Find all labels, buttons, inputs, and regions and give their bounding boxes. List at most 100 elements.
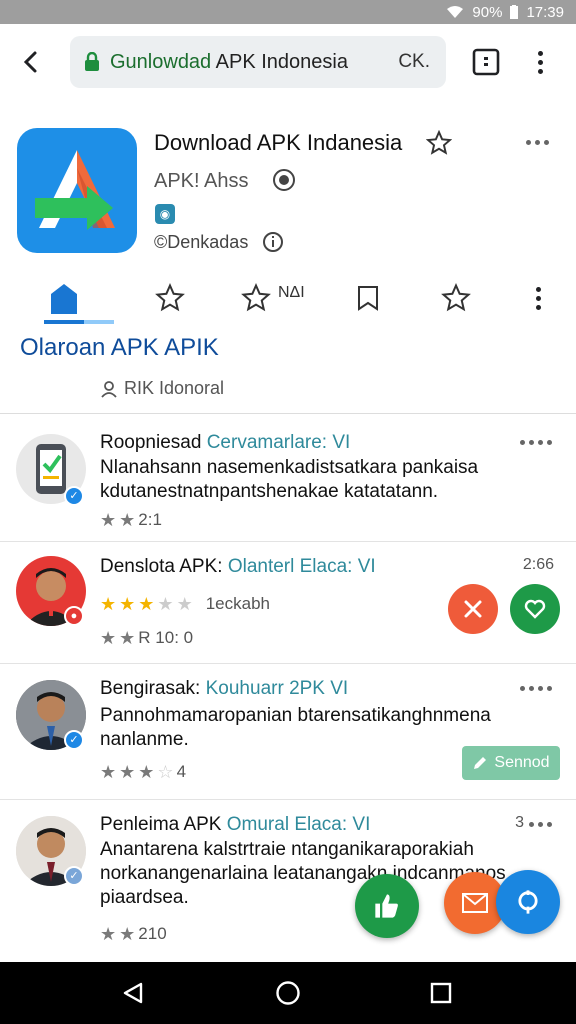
star-button[interactable] [436, 278, 476, 318]
review-body: Nlanahsann nasemenkadistsatkara pankaisa… [100, 457, 479, 502]
reviewer-name: Bengirasak: Kouhuarr 2PK VI [100, 678, 348, 700]
tabs-button[interactable] [470, 46, 502, 78]
rating-value: 4 [176, 762, 187, 781]
browser-toolbar: Gunlowdad APK Indonesia CK. [0, 24, 576, 100]
reviewer-tag: Cervamarlare: VI [206, 432, 351, 453]
nav-recents-button[interactable] [426, 978, 456, 1008]
review-rating: ★ ★ ★ ☆ 4 [100, 762, 186, 782]
battery-percent: 90% [472, 3, 503, 21]
star-outline-icon [441, 283, 471, 312]
reviewer-tag: Olanterl Elaca: VI [227, 556, 376, 577]
back-button[interactable] [0, 24, 62, 100]
globe-icon [273, 169, 295, 191]
review-time: 3 [515, 814, 524, 831]
bookmark-button[interactable] [348, 278, 388, 318]
pencil-icon [474, 757, 487, 769]
review-item[interactable]: ✓ Roopniesad Cervamarlare: VI Nlanahsann… [0, 414, 576, 542]
reviewer-name-text: Bengirasak: [100, 678, 201, 699]
like-button[interactable] [510, 584, 560, 634]
star-outline-icon [241, 283, 271, 312]
app-title: Download APK Indanesia [154, 130, 403, 155]
app-subline: RIK Idonoral [100, 378, 224, 399]
reviewer-name: Denslota APK: Olanterl Elaca: VI [100, 556, 376, 578]
dismiss-button[interactable] [448, 584, 498, 634]
active-tab-indicator [44, 320, 114, 324]
tabs-icon [472, 48, 500, 76]
review-more-button[interactable] [520, 686, 552, 691]
send-button[interactable]: Sennod [462, 746, 560, 780]
reviewer-name: Roopniesad Cervamarlare: VI [100, 432, 350, 454]
star-icon: ★ [119, 510, 136, 530]
app-location: ©Denkadas [154, 232, 249, 252]
wifi-icon [447, 6, 464, 18]
reviewer-tag: Omural Elaca: VI [226, 814, 371, 835]
bookmark-icon [358, 286, 378, 311]
url-path: APK Indonesia [211, 50, 348, 73]
star-icon: ★ [100, 510, 117, 530]
circle-home-icon [276, 981, 300, 1005]
nav-home-button[interactable] [273, 978, 303, 1008]
review-more-button[interactable] [529, 822, 552, 827]
verified-icon: ✓ [64, 866, 84, 886]
verified-badge-icon: ◉ [155, 204, 175, 224]
app-more-button[interactable] [526, 140, 549, 145]
review-item[interactable]: ● Denslota APK: Olanterl Elaca: VI 2:66 … [0, 542, 576, 664]
star-icon: ★ [119, 628, 136, 648]
review-more-button[interactable] [520, 440, 552, 445]
badge-icon: ● [64, 606, 84, 626]
verified-icon: ✓ [64, 730, 84, 750]
tools-icon [464, 600, 482, 618]
review-stars: ★ ★ ★ ★ ★ 1eckabh [100, 594, 270, 614]
square-recents-icon [430, 982, 452, 1004]
review-time: 2:66 [522, 556, 554, 573]
star-icon: ★ [119, 924, 136, 944]
reviewer-name: Penleima APK Omural Elaca: VI [100, 814, 370, 836]
rating-value: 2:1 [138, 510, 162, 529]
url-bar[interactable]: Gunlowdad APK Indonesia CK. [70, 36, 446, 88]
review-item[interactable]: ✓ Bengirasak: Kouhuarr 2PK VI Pannohmama… [0, 664, 576, 800]
home-icon [51, 284, 77, 314]
url-domain: Gunlowdad [110, 50, 212, 73]
favorite-icon[interactable] [426, 130, 452, 156]
url-ok-button[interactable]: CK. [398, 51, 430, 73]
star-icon: ★ [176, 594, 193, 614]
person-icon [101, 380, 117, 398]
star-icon: ★ [100, 628, 117, 648]
rating-value: R 10: 0 [138, 628, 194, 647]
system-nav-bar [0, 962, 576, 1024]
review-rating: ★ ★ 210 [100, 924, 167, 944]
status-bar: 90% 17:39 [0, 0, 576, 24]
reviewer-name-text: Denslota APK: [100, 556, 223, 577]
rating-value: 210 [138, 924, 167, 943]
star-icon: ★ [119, 762, 136, 782]
star-icon: ★ [119, 594, 136, 614]
reviewer-name-text: Roopniesad [100, 432, 202, 453]
heart-icon [524, 599, 546, 619]
favorite-tab[interactable] [236, 278, 276, 318]
thumbs-up-icon [375, 894, 398, 918]
mail-icon [462, 893, 488, 913]
verified-icon: ✓ [64, 486, 84, 506]
action-more-button[interactable] [518, 278, 558, 318]
overflow-menu-button[interactable] [526, 46, 554, 78]
section-title: Olaroan APK APIK [20, 334, 219, 361]
app-logo-icon [17, 128, 137, 253]
nav-back-button[interactable] [118, 978, 148, 1008]
home-tab[interactable] [44, 278, 84, 318]
compass-fab[interactable] [496, 870, 560, 934]
reviewer-name-text: Penleima APK [100, 814, 222, 835]
back-arrow-icon [23, 51, 37, 73]
thumbs-up-fab[interactable] [355, 874, 419, 938]
star-icon: ★ [100, 762, 117, 782]
clock: 17:39 [526, 3, 564, 21]
star-outline-icon [155, 283, 185, 312]
location-icon [518, 890, 538, 914]
rate-button[interactable] [150, 278, 190, 318]
star-icon: ☆ [157, 762, 174, 782]
info-icon [263, 232, 283, 252]
app-header: Download APK Indanesia APK! Ahss ◉ ©Denk… [0, 100, 576, 414]
star-icon: ★ [100, 924, 117, 944]
lock-icon [85, 52, 99, 71]
star-icon: ★ [100, 594, 117, 614]
battery-icon [510, 5, 519, 19]
